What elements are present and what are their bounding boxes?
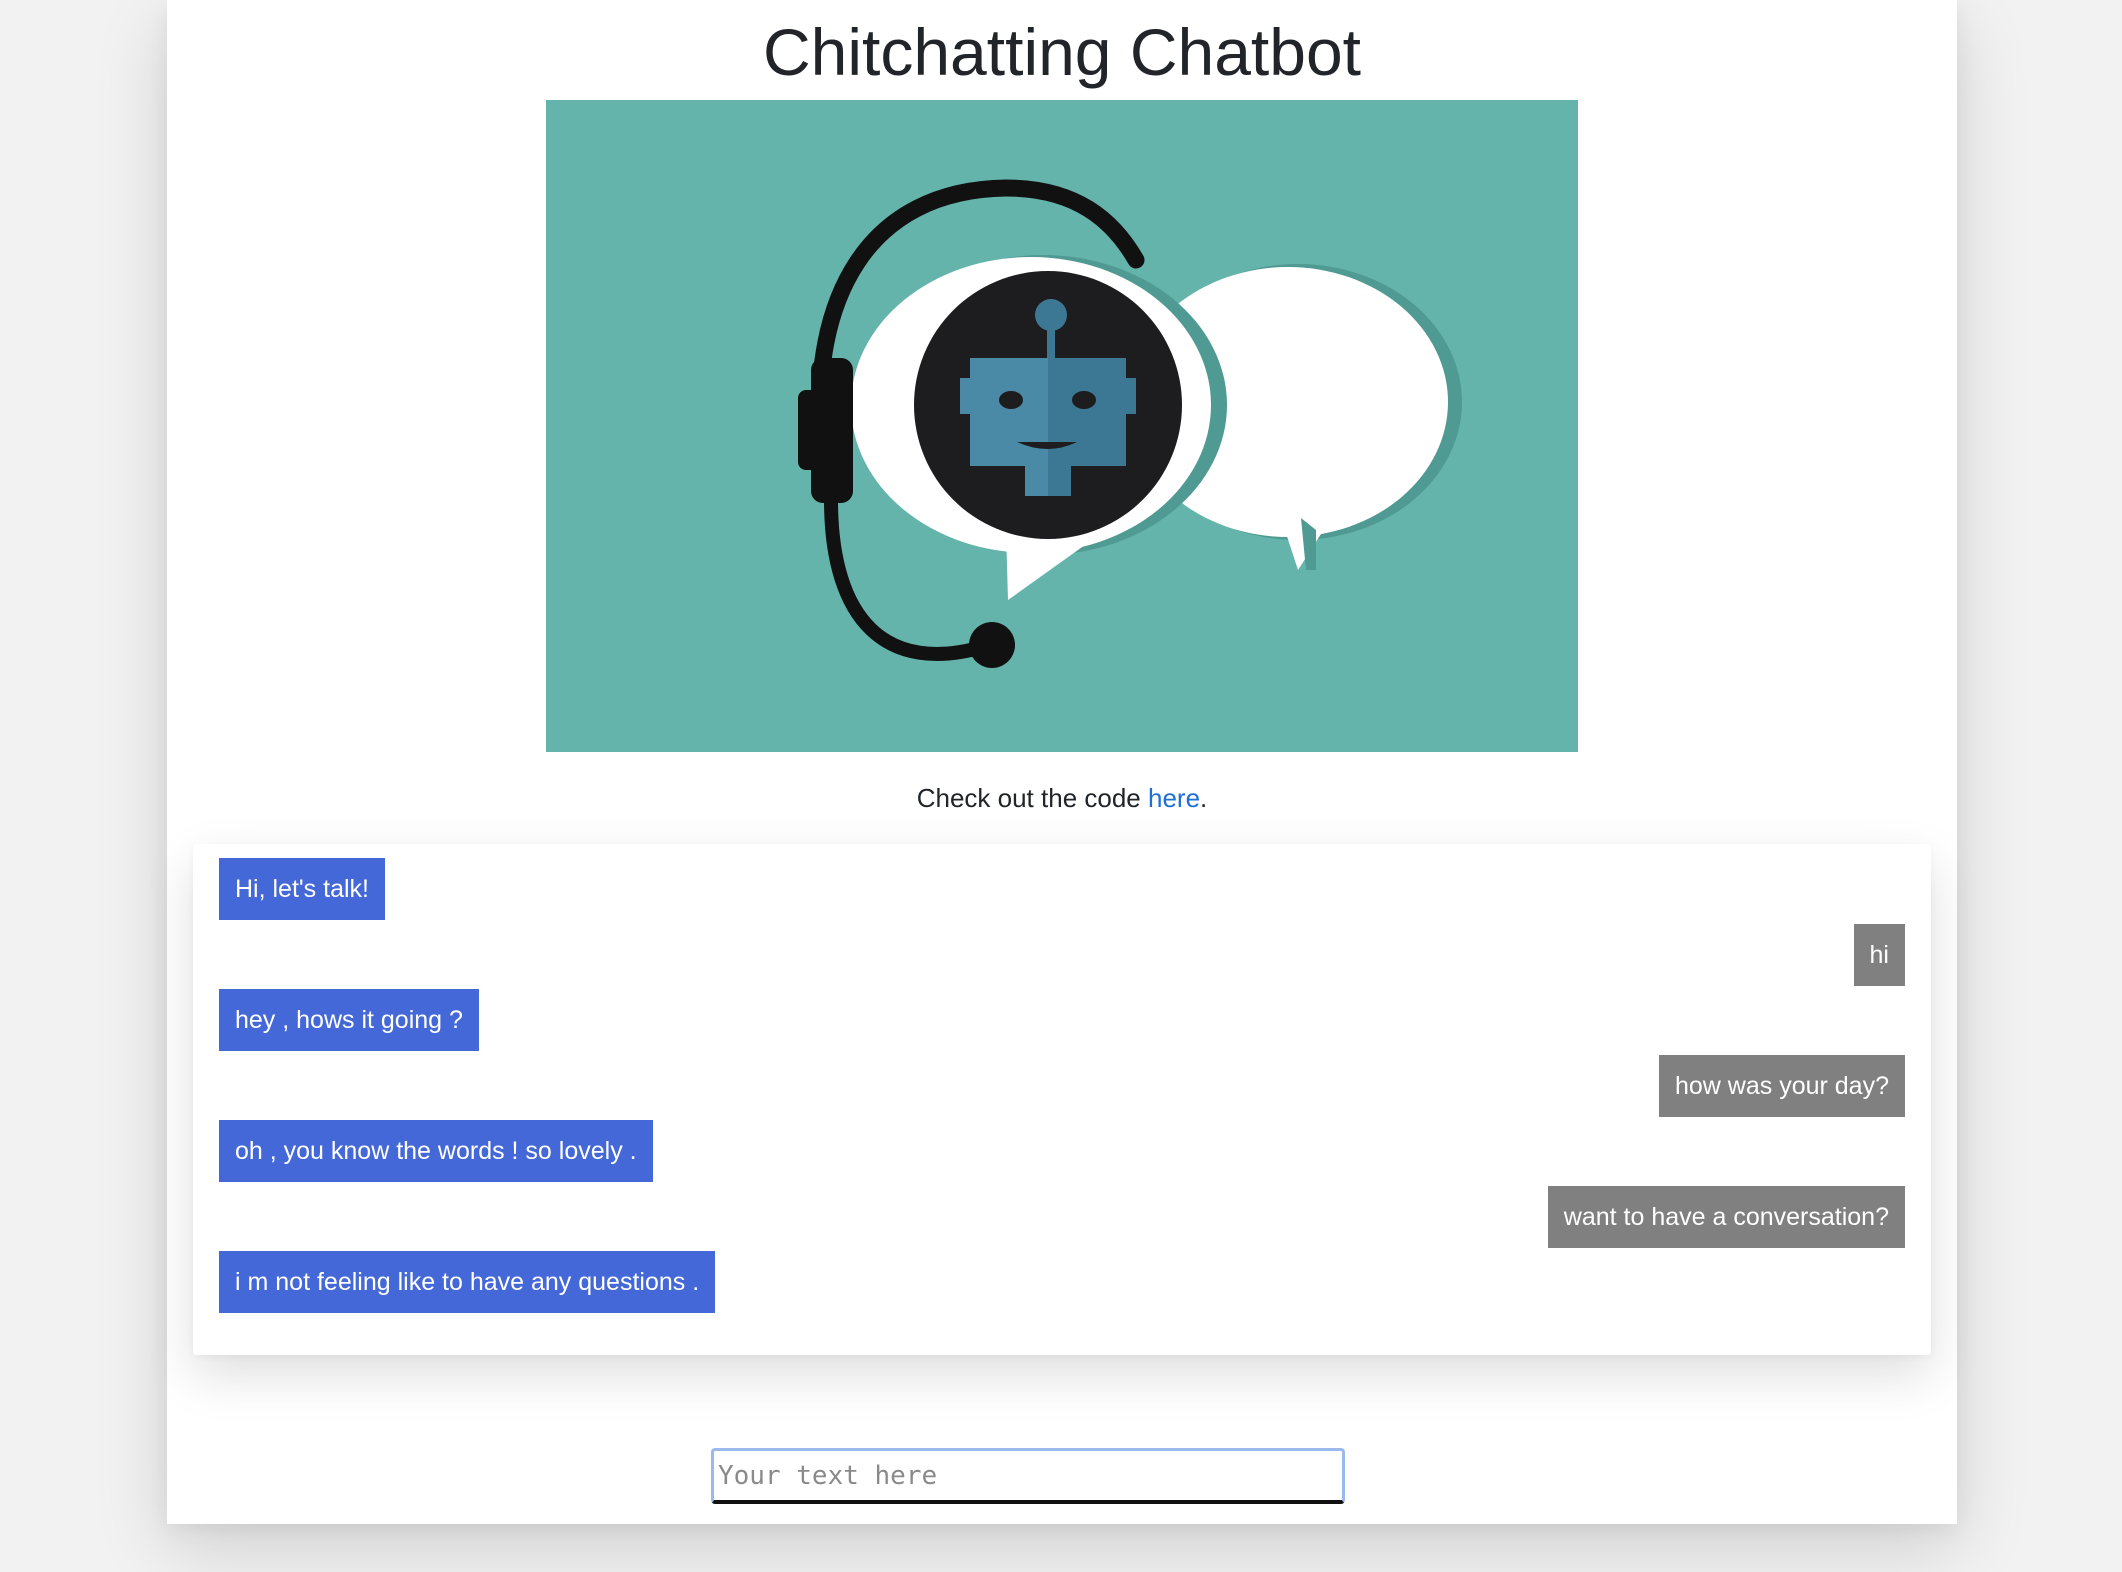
message-input[interactable]	[711, 1448, 1345, 1504]
message-input-wrapper	[711, 1448, 1345, 1504]
user-message: want to have a conversation?	[1547, 1186, 1905, 1248]
bot-message: i m not feeling like to have any questio…	[219, 1251, 716, 1313]
chat-panel[interactable]: Hi, let's talk! hi hey , hows it going ?…	[193, 844, 1931, 1355]
user-message: how was your day?	[1658, 1055, 1905, 1117]
code-link-line: Check out the code here.	[167, 778, 1957, 818]
code-link-prefix: Check out the code	[916, 783, 1148, 813]
bot-message: hey , hows it going ?	[219, 989, 479, 1051]
bot-message: Hi, let's talk!	[219, 858, 385, 920]
chatbot-hero-image	[546, 100, 1578, 752]
code-link-period: .	[1200, 783, 1208, 813]
page-card: Chitchatting Chatbot Check out the code …	[167, 0, 1957, 1524]
page-title: Chitchatting Chatbot	[762, 15, 1362, 89]
code-link[interactable]: here	[1148, 783, 1200, 813]
user-message: hi	[1853, 924, 1905, 986]
bot-message: oh , you know the words ! so lovely .	[219, 1120, 653, 1182]
chatbot-headset-icon	[546, 100, 1578, 752]
